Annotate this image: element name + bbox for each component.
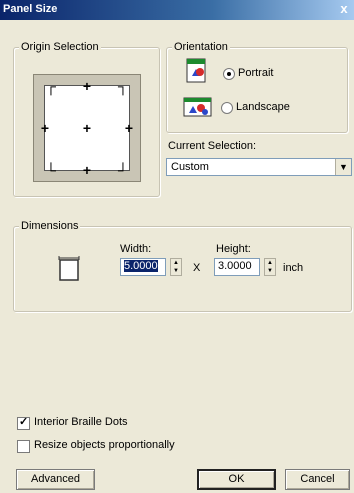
origin-middle-right[interactable]: +	[122, 121, 136, 135]
advanced-button[interactable]: Advanced	[16, 469, 95, 490]
current-selection-value: Custom	[171, 161, 209, 173]
portrait-label: Portrait	[238, 67, 274, 79]
height-label: Height:	[216, 243, 251, 255]
origin-top-left[interactable]: ┌	[44, 79, 58, 93]
spin-up-icon[interactable]: ▲	[171, 259, 181, 267]
portrait-radio[interactable]	[223, 68, 235, 80]
landscape-icon	[183, 97, 212, 117]
interior-braille-checkbox[interactable]	[17, 415, 30, 430]
height-spinner[interactable]: ▲ ▼	[264, 258, 276, 276]
origin-selector: ┌ + ┐ + + + └ + ┘	[33, 74, 141, 182]
width-input[interactable]: 5.0000	[120, 258, 166, 276]
current-selection-label: Current Selection:	[168, 140, 257, 152]
unit-label: inch	[283, 262, 304, 274]
origin-bottom-right[interactable]: ┘	[116, 163, 130, 177]
panel-size-icon	[58, 256, 80, 281]
origin-bottom-center[interactable]: +	[80, 163, 94, 177]
interior-braille-label: Interior Braille Dots	[34, 416, 128, 428]
resize-proportionally-label: Resize objects proportionally	[34, 439, 175, 451]
height-input[interactable]: 3.0000	[214, 258, 260, 276]
dimension-separator: X	[193, 262, 201, 274]
orientation-legend: Orientation	[172, 40, 230, 54]
origin-center[interactable]: +	[80, 121, 94, 135]
width-value: 5.0000	[124, 260, 158, 272]
landscape-radio[interactable]	[221, 102, 233, 114]
spin-down-icon[interactable]: ▼	[265, 267, 275, 275]
origin-middle-left[interactable]: +	[38, 121, 52, 135]
spin-up-icon[interactable]: ▲	[265, 259, 275, 267]
origin-bottom-left[interactable]: └	[44, 163, 58, 177]
resize-proportionally-checkbox[interactable]	[17, 440, 30, 453]
dimensions-legend: Dimensions	[19, 219, 81, 233]
ok-button[interactable]: OK	[197, 469, 276, 490]
width-spinner[interactable]: ▲ ▼	[170, 258, 182, 276]
window-title: Panel Size	[3, 3, 58, 15]
origin-selection-legend: Origin Selection	[19, 40, 101, 54]
width-label: Width:	[120, 243, 152, 255]
chevron-down-icon[interactable]: ▼	[335, 159, 351, 175]
cancel-button[interactable]: Cancel	[285, 469, 350, 490]
title-bar: Panel Size x	[0, 0, 354, 20]
spin-down-icon[interactable]: ▼	[171, 267, 181, 275]
origin-top-center[interactable]: +	[80, 79, 94, 93]
portrait-icon	[186, 58, 206, 83]
close-icon[interactable]: x	[336, 1, 352, 16]
landscape-label: Landscape	[236, 101, 290, 113]
origin-top-right[interactable]: ┐	[116, 79, 130, 93]
height-value: 3.0000	[218, 260, 252, 272]
current-selection-dropdown[interactable]: Custom ▼	[166, 158, 352, 176]
